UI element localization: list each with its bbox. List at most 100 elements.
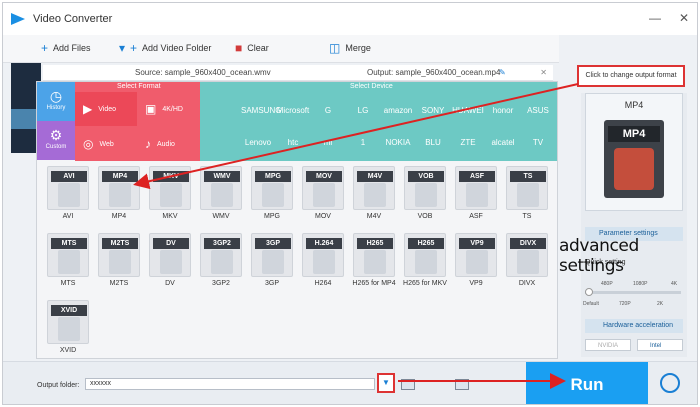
clear-label: Clear	[247, 43, 269, 53]
format-option[interactable]: WMV WMV	[198, 166, 244, 226]
format-file-icon	[364, 183, 386, 207]
video-icon: ▶	[83, 102, 93, 116]
device-brand[interactable]: BLU	[416, 138, 450, 147]
output-folder-dropdown[interactable]: ▼	[377, 373, 395, 393]
select-format-section: Select Format ▶ Video ▣ 4K/HD ◎ Web ♪ Au…	[75, 82, 200, 161]
add-files-button[interactable]: + Add Files	[41, 41, 91, 55]
format-option[interactable]: H265 H265 for MP4	[351, 233, 397, 293]
side-tabs: ◷ History ⚙ Custom	[37, 82, 75, 161]
format-option[interactable]: XVID XVID	[45, 300, 91, 360]
device-brand[interactable]: mi	[311, 138, 345, 147]
output-folder-field[interactable]: xxxxxx	[85, 378, 375, 390]
format-option[interactable]: VOB VOB	[402, 166, 448, 226]
format-label: M4V	[366, 213, 382, 220]
device-brand[interactable]: TV	[521, 138, 555, 147]
device-brand[interactable]: NOKIA	[381, 138, 415, 147]
format-option[interactable]: AVI AVI	[45, 166, 91, 226]
hardware-acceleration-toggle[interactable]: Hardware acceleration	[585, 319, 683, 333]
device-brand[interactable]: honor	[486, 106, 520, 115]
minimize-button[interactable]: —	[649, 11, 661, 25]
format-tag: WMV	[204, 171, 240, 182]
format-thumbnail: H265	[404, 233, 446, 277]
advanced-settings-annotation: advanced settings	[559, 236, 639, 276]
device-brand[interactable]: alcatel	[486, 138, 520, 147]
device-brand[interactable]: SAMSUNG	[241, 106, 281, 115]
device-brand[interactable]: ASUS	[521, 106, 555, 115]
format-option[interactable]: MPG MPG	[249, 166, 295, 226]
format-tabs: ▶ Video ▣ 4K/HD ◎ Web ♪ Audio	[75, 92, 200, 161]
tab-history[interactable]: ◷ History	[37, 82, 75, 121]
tab-custom[interactable]: ⚙ Custom	[37, 121, 75, 160]
format-label: M2TS	[109, 280, 129, 287]
format-file-icon	[58, 183, 80, 207]
format-option[interactable]: MTS MTS	[45, 233, 91, 293]
format-option[interactable]: ASF ASF	[453, 166, 499, 226]
format-option[interactable]: H.264 H264	[300, 233, 346, 293]
format-option[interactable]: MKV MKV	[147, 166, 193, 226]
edit-icon[interactable]: ✎	[499, 68, 506, 77]
device-brand[interactable]: amazon	[381, 106, 415, 115]
app-logo-icon	[11, 13, 25, 25]
format-tag: M2TS	[102, 238, 138, 249]
alarm-clock-icon[interactable]	[660, 373, 680, 393]
intel-option[interactable]: Intel	[637, 339, 683, 351]
format-thumbnail: M2TS	[98, 233, 140, 277]
run-button[interactable]: Run	[526, 362, 648, 404]
device-brand[interactable]: LG	[346, 106, 380, 115]
app-title: Video Converter	[33, 13, 113, 25]
device-brand[interactable]: SONY	[416, 106, 450, 115]
tab-4k-hd[interactable]: ▣ 4K/HD	[137, 92, 199, 126]
format-file-icon	[160, 183, 182, 207]
merge-button[interactable]: ◫ Merge	[329, 42, 371, 54]
format-tag: DIVX	[510, 238, 546, 249]
select-device-label: Select Device	[350, 83, 393, 90]
device-brand[interactable]: G	[311, 106, 345, 115]
format-option[interactable]: VP9 VP9	[453, 233, 499, 293]
close-button[interactable]: ✕	[679, 11, 689, 25]
format-file-icon	[211, 183, 233, 207]
quality-slider[interactable]	[585, 288, 681, 296]
format-label: H265 for MKV	[403, 280, 447, 287]
output-folder-label: Output folder:	[37, 382, 80, 389]
quality-4k: 4K	[671, 281, 678, 287]
format-label: MP4	[111, 213, 127, 220]
format-option[interactable]: H265 H265 for MKV	[402, 233, 448, 293]
format-option[interactable]: M2TS M2TS	[96, 233, 142, 293]
device-brand[interactable]: HUAWEI	[451, 106, 485, 115]
format-label: DIVX	[518, 280, 536, 287]
device-brand[interactable]: 1	[346, 138, 380, 147]
source-file: Source: sample_960x400_ocean.wmv	[135, 68, 271, 77]
format-option[interactable]: TS TS	[504, 166, 550, 226]
quality-2k: 2K	[657, 301, 664, 307]
device-brand[interactable]: htc	[276, 138, 310, 147]
tab-video[interactable]: ▶ Video	[75, 92, 137, 126]
format-option[interactable]: MP4 MP4	[96, 166, 142, 226]
format-file-icon	[415, 250, 437, 274]
format-thumbnail: H265	[353, 233, 395, 277]
folder-list-icon[interactable]	[455, 379, 469, 390]
output-file: Output: sample_960x400_ocean.mp4	[367, 68, 501, 77]
device-brand[interactable]: Lenovo	[241, 138, 275, 147]
plus-icon: +	[41, 41, 49, 55]
format-option[interactable]: DIVX DIVX	[504, 233, 550, 293]
format-option[interactable]: MOV MOV	[300, 166, 346, 226]
format-label: WMV	[212, 213, 230, 220]
output-format-name: MP4	[624, 100, 644, 110]
add-video-folder-label: Add Video Folder	[142, 43, 212, 53]
device-brand[interactable]: Microsoft	[276, 106, 310, 115]
format-option[interactable]: M4V M4V	[351, 166, 397, 226]
clear-button[interactable]: ■ Clear	[235, 42, 269, 54]
format-option[interactable]: 3GP 3GP	[249, 233, 295, 293]
tab-audio[interactable]: ♪ Audio	[137, 127, 199, 161]
quality-slider-knob[interactable]	[585, 288, 593, 296]
nvidia-option[interactable]: NVIDIA	[585, 339, 631, 351]
format-option[interactable]: 3GP2 3GP2	[198, 233, 244, 293]
format-option[interactable]: DV DV	[147, 233, 193, 293]
device-brand[interactable]: ZTE	[451, 138, 485, 147]
tab-web[interactable]: ◎ Web	[75, 127, 137, 161]
quality-default: Default	[583, 301, 599, 307]
close-icon[interactable]: ✕	[540, 68, 547, 77]
open-folder-icon[interactable]	[401, 379, 415, 390]
output-format-selector[interactable]: MP4 MP4	[585, 93, 683, 211]
add-video-folder-button[interactable]: ▾ + Add Video Folder	[119, 42, 212, 54]
